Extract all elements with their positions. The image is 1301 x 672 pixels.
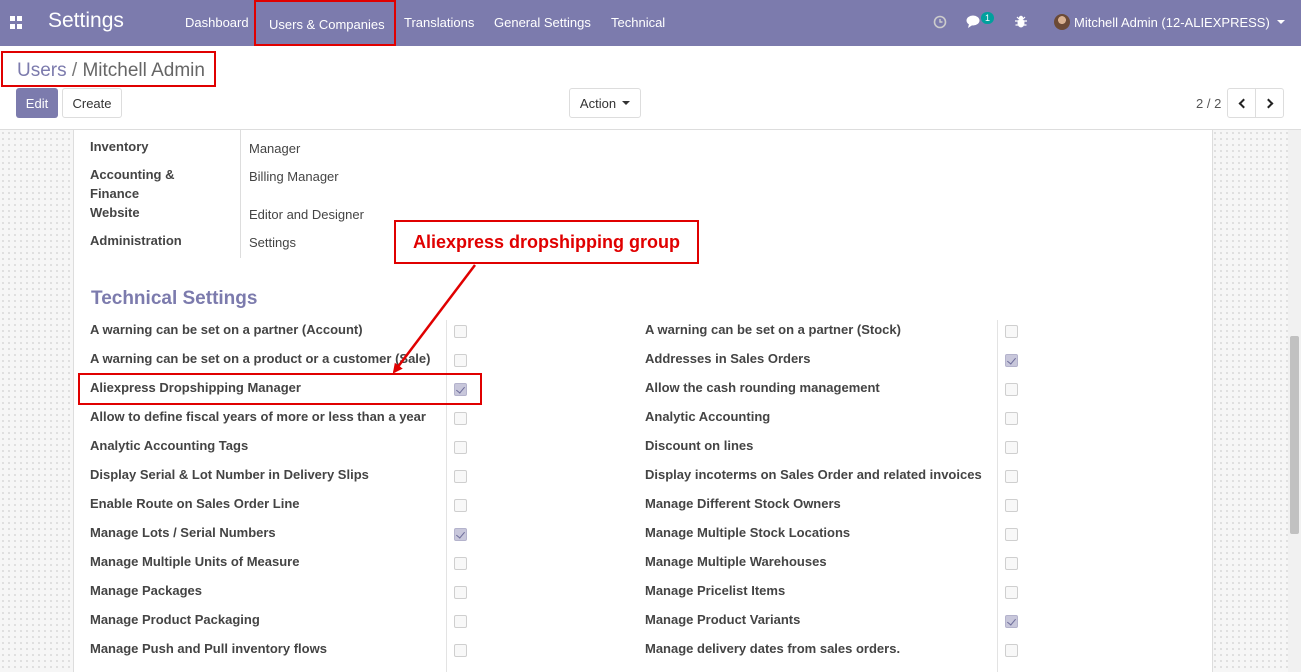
- section-title-technical: Technical Settings: [91, 288, 258, 309]
- messages-badge: 1: [981, 12, 995, 24]
- caret-down-icon: [622, 101, 631, 105]
- action-label: Action: [579, 95, 617, 111]
- setting-checkbox-right-6[interactable]: [1005, 499, 1018, 512]
- menu-users-companies[interactable]: Users & Companies: [254, 0, 396, 46]
- setting-label-left-4: Analytic Accounting Tags: [90, 438, 249, 453]
- setting-label-right-7: Manage Multiple Stock Locations: [645, 525, 851, 540]
- menu-dashboard[interactable]: Dashboard: [185, 15, 249, 30]
- setting-checkbox-left-9[interactable]: [454, 586, 467, 599]
- setting-checkbox-right-2[interactable]: [1005, 383, 1018, 396]
- setting-label-left-6: Enable Route on Sales Order Line: [90, 496, 300, 511]
- menu-translations[interactable]: Translations: [404, 15, 474, 30]
- setting-label-right-5: Display incoterms on Sales Order and rel…: [645, 467, 982, 482]
- setting-checkbox-right-7[interactable]: [1005, 528, 1018, 541]
- setting-label-right-1: Addresses in Sales Orders: [645, 351, 811, 366]
- apps-menu-icon[interactable]: [10, 16, 23, 29]
- menu-users-companies-label: Users & Companies: [269, 17, 385, 32]
- setting-label-right-4: Discount on lines: [645, 438, 754, 453]
- scrollbar-thumb[interactable]: [1290, 336, 1299, 534]
- setting-checkbox-left-1[interactable]: [454, 354, 467, 367]
- setting-checkbox-right-1[interactable]: [1005, 354, 1018, 367]
- menu-general-settings[interactable]: General Settings: [494, 15, 591, 30]
- edit-button[interactable]: Edit: [16, 88, 58, 118]
- annotation-highlight-box: [78, 373, 482, 405]
- action-dropdown[interactable]: Action: [569, 88, 641, 118]
- pager-next-button[interactable]: [1255, 88, 1284, 118]
- setting-checkbox-left-5[interactable]: [454, 470, 467, 483]
- user-menu[interactable]: Mitchell Admin (12-ALIEXPRESS): [1074, 15, 1270, 30]
- setting-label-left-9: Manage Packages: [90, 583, 203, 598]
- setting-label-right-9: Manage Pricelist Items: [645, 583, 786, 598]
- column-divider-right: [997, 320, 998, 672]
- setting-checkbox-left-0[interactable]: [454, 325, 467, 338]
- setting-label-left-11: Manage Push and Pull inventory flows: [90, 641, 327, 656]
- breadcrumb-current: Mitchell Admin: [82, 60, 205, 81]
- annotation-callout: Aliexpress dropshipping group: [394, 220, 699, 264]
- control-panel: Users / Mitchell Admin Edit Create Actio…: [0, 46, 1301, 130]
- chevron-left-icon: [1238, 98, 1248, 108]
- user-caret-icon[interactable]: [1277, 20, 1285, 24]
- setting-checkbox-left-8[interactable]: [454, 557, 467, 570]
- access-label-website: Website: [90, 205, 140, 220]
- setting-checkbox-left-3[interactable]: [454, 412, 467, 425]
- setting-label-left-3: Allow to define fiscal years of more or …: [90, 409, 426, 424]
- breadcrumb: Users / Mitchell Admin: [1, 51, 216, 87]
- setting-checkbox-left-7[interactable]: [454, 528, 467, 541]
- chevron-right-icon: [1263, 98, 1273, 108]
- setting-label-right-8: Manage Multiple Warehouses: [645, 554, 827, 569]
- setting-checkbox-left-10[interactable]: [454, 615, 467, 628]
- setting-label-left-7: Manage Lots / Serial Numbers: [90, 525, 276, 540]
- setting-label-right-2: Allow the cash rounding management: [645, 380, 880, 395]
- setting-label-right-11: Manage delivery dates from sales orders.: [645, 641, 901, 656]
- access-value-website[interactable]: Editor and Designer: [249, 207, 364, 222]
- access-label-accounting: Accounting & Finance: [90, 167, 175, 201]
- setting-label-right-10: Manage Product Variants: [645, 612, 801, 627]
- setting-label-left-8: Manage Multiple Units of Measure: [90, 554, 300, 569]
- setting-checkbox-left-11[interactable]: [454, 644, 467, 657]
- setting-checkbox-right-8[interactable]: [1005, 557, 1018, 570]
- access-value-inventory[interactable]: Manager: [249, 141, 300, 156]
- setting-checkbox-left-4[interactable]: [454, 441, 467, 454]
- setting-checkbox-right-11[interactable]: [1005, 644, 1018, 657]
- setting-label-right-6: Manage Different Stock Owners: [645, 496, 841, 511]
- setting-label-right-0: A warning can be set on a partner (Stock…: [645, 322, 901, 337]
- setting-label-left-10: Manage Product Packaging: [90, 612, 260, 627]
- setting-label-left-1: A warning can be set on a product or a c…: [90, 351, 431, 366]
- setting-checkbox-right-9[interactable]: [1005, 586, 1018, 599]
- access-value-administration[interactable]: Settings: [249, 235, 296, 250]
- breadcrumb-separator: /: [71, 60, 78, 81]
- setting-checkbox-right-5[interactable]: [1005, 470, 1018, 483]
- access-label-administration: Administration: [90, 233, 182, 248]
- setting-checkbox-right-3[interactable]: [1005, 412, 1018, 425]
- clock-icon[interactable]: [933, 15, 947, 29]
- menu-technical[interactable]: Technical: [611, 15, 665, 30]
- setting-checkbox-left-6[interactable]: [454, 499, 467, 512]
- user-avatar[interactable]: [1054, 14, 1070, 30]
- pager-previous-button[interactable]: [1227, 88, 1256, 118]
- access-value-accounting[interactable]: Billing Manager: [249, 169, 339, 184]
- pager-value[interactable]: 2 / 2: [1196, 96, 1221, 111]
- create-button[interactable]: Create: [62, 88, 122, 118]
- access-label-inventory: Inventory: [90, 139, 149, 154]
- breadcrumb-parent[interactable]: Users: [17, 60, 67, 81]
- bug-icon[interactable]: [1014, 14, 1028, 29]
- setting-label-right-3: Analytic Accounting: [645, 409, 771, 424]
- setting-checkbox-right-0[interactable]: [1005, 325, 1018, 338]
- top-navbar: Settings Dashboard Users & Companies Tra…: [0, 0, 1301, 46]
- access-divider: [240, 130, 241, 258]
- setting-label-left-5: Display Serial & Lot Number in Delivery …: [90, 467, 369, 482]
- app-title: Settings: [48, 9, 124, 32]
- setting-checkbox-right-10[interactable]: [1005, 615, 1018, 628]
- setting-label-left-0: A warning can be set on a partner (Accou…: [90, 322, 363, 337]
- setting-checkbox-right-4[interactable]: [1005, 441, 1018, 454]
